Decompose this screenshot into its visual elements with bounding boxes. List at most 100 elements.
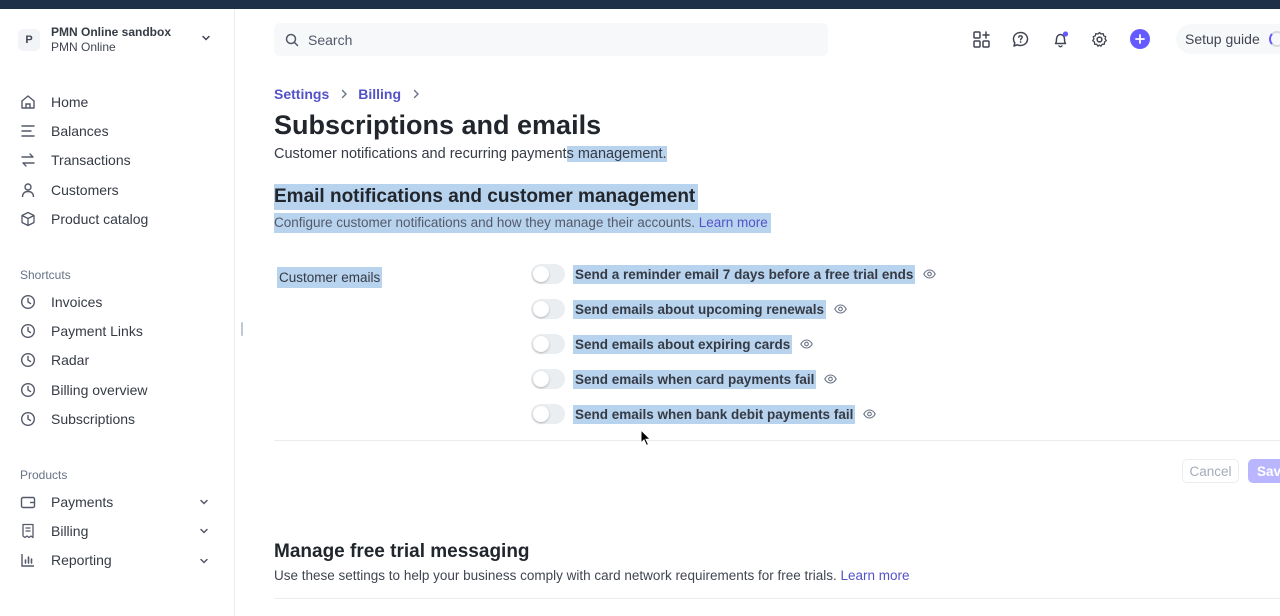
section-divider	[274, 440, 1280, 441]
sidebar-resize-handle[interactable]	[241, 322, 243, 336]
notifications-button[interactable]	[1051, 30, 1069, 48]
sidebar-item-home[interactable]: Home	[20, 87, 220, 116]
chevron-down-icon	[200, 558, 208, 564]
breadcrumb-billing[interactable]: Billing	[358, 86, 401, 102]
toggle-label: Send emails when bank debit payments fai…	[573, 404, 856, 424]
account-switcher[interactable]: P PMN Online sandbox PMN Online	[18, 23, 218, 57]
sidebar-item-label: Transactions	[51, 152, 131, 169]
clock-icon	[20, 324, 36, 339]
page-subtitle: Customer notifications and recurring pay…	[274, 146, 667, 162]
sidebar-item-label: Customers	[51, 181, 119, 198]
sidebar-item-payments[interactable]: Payments	[20, 487, 220, 516]
customer-emails-label: Customer emails	[277, 267, 383, 288]
toggle-label: Send emails about expiring cards	[573, 334, 793, 354]
toggle-label: Send emails when card payments fail	[573, 369, 817, 389]
account-text: PMN Online sandbox PMN Online	[51, 25, 171, 55]
search-placeholder: Search	[308, 31, 353, 48]
learn-more-link[interactable]: Learn more	[841, 568, 910, 583]
eye-icon[interactable]	[863, 409, 877, 419]
clock-icon	[20, 412, 36, 427]
save-button[interactable]: Save	[1248, 459, 1280, 483]
expiring-cards-toggle[interactable]	[531, 334, 565, 354]
sidebar-item-customers[interactable]: Customers	[20, 175, 220, 204]
sidebar-item-label: Billing overview	[51, 381, 148, 398]
apps-icon	[972, 30, 990, 48]
toggle-knob	[533, 371, 549, 387]
toggle-row-trial-reminder: Send a reminder email 7 days before a fr…	[531, 262, 937, 286]
sidebar-item-label: Subscriptions	[51, 411, 136, 428]
toggle-row-bank-debit-fail: Send emails when bank debit payments fai…	[531, 402, 877, 426]
bank-debit-fail-toggle[interactable]	[531, 404, 565, 424]
sidebar-item-transactions[interactable]: Transactions	[20, 146, 220, 175]
sidebar-item-label: Payments	[51, 493, 114, 510]
sidebar-item-label: Invoices	[51, 293, 103, 310]
sidebar-item-balances[interactable]: Balances	[20, 116, 220, 145]
shortcuts-heading: Shortcuts	[20, 268, 71, 282]
shortcuts-nav: Invoices Payment Links Radar Billing ove…	[20, 287, 220, 434]
products-heading: Products	[20, 468, 68, 482]
toggle-knob	[533, 406, 549, 422]
create-button[interactable]	[1130, 29, 1150, 49]
upcoming-renewals-toggle[interactable]	[531, 299, 565, 319]
account-avatar: P	[18, 29, 40, 51]
learn-more-link[interactable]: Learn more	[699, 215, 768, 230]
settings-button[interactable]	[1090, 30, 1108, 48]
sidebar-item-label: Radar	[51, 352, 90, 369]
help-icon	[1012, 31, 1028, 47]
payments-icon	[20, 496, 36, 508]
section-divider	[274, 598, 1280, 599]
search-icon	[285, 33, 299, 46]
email-section-description-text: Configure customer notifications and how…	[274, 215, 695, 230]
toggle-row-upcoming-renewals: Send emails about upcoming renewals	[531, 297, 847, 321]
eye-icon[interactable]	[923, 269, 937, 279]
bell-icon	[1054, 30, 1068, 48]
sidebar-item-label: Product catalog	[51, 211, 149, 228]
toggle-knob	[533, 336, 549, 352]
chevron-down-icon	[200, 529, 208, 534]
transactions-icon	[21, 153, 35, 168]
customers-icon	[21, 183, 35, 197]
sidebar-item-label: Reporting	[51, 552, 112, 569]
account-name: PMN Online sandbox	[51, 25, 172, 39]
toggle-row-expiring-cards: Send emails about expiring cards	[531, 332, 814, 356]
trial-reminder-toggle[interactable]	[531, 264, 565, 284]
setup-guide-button[interactable]: Setup guide	[1176, 24, 1280, 54]
toggle-knob	[533, 266, 549, 282]
email-section-title: Email notifications and customer managem…	[274, 184, 699, 210]
apps-button[interactable]	[972, 30, 990, 48]
sidebar-item-label: Payment Links	[51, 323, 143, 340]
sidebar-item-billing-overview[interactable]: Billing overview	[20, 375, 220, 404]
search-input[interactable]: Search	[274, 23, 828, 56]
page-subtitle-selected-part: s management.	[566, 146, 667, 162]
sidebar-item-billing[interactable]: Billing	[20, 516, 220, 545]
setup-progress-ring	[1269, 31, 1280, 47]
toggle-label: Send a reminder email 7 days before a fr…	[573, 264, 916, 284]
reporting-icon	[21, 554, 34, 568]
cancel-button[interactable]: Cancel	[1182, 459, 1239, 483]
clock-icon	[20, 382, 36, 397]
sidebar-item-payment-links[interactable]: Payment Links	[20, 316, 220, 345]
eye-icon[interactable]	[800, 339, 814, 349]
card-payments-fail-toggle[interactable]	[531, 369, 565, 389]
toggle-label: Send emails about upcoming renewals	[573, 299, 827, 319]
breadcrumb-settings[interactable]: Settings	[274, 86, 329, 102]
sidebar-item-invoices[interactable]: Invoices	[20, 287, 220, 316]
eye-icon[interactable]	[834, 304, 847, 314]
account-subtitle: PMN Online	[51, 40, 116, 54]
sidebar-item-subscriptions[interactable]: Subscriptions	[20, 405, 220, 434]
sidebar-item-radar[interactable]: Radar	[20, 346, 220, 375]
chevron-right-icon	[413, 89, 420, 99]
sidebar-item-reporting[interactable]: Reporting	[20, 546, 220, 575]
trial-section-title: Manage free trial messaging	[274, 541, 530, 562]
gear-icon	[1091, 31, 1107, 47]
eye-icon[interactable]	[824, 374, 838, 384]
chevron-down-icon	[202, 35, 210, 41]
email-section-description: Configure customer notifications and how…	[274, 213, 771, 233]
trial-section-description: Use these settings to help your business…	[274, 568, 910, 583]
sidebar-item-product-catalog[interactable]: Product catalog	[20, 205, 220, 234]
billing-icon	[22, 523, 34, 539]
chevron-right-icon	[342, 89, 348, 99]
help-button[interactable]	[1011, 30, 1029, 48]
setup-guide-label: Setup guide	[1185, 31, 1260, 47]
page-title: Subscriptions and emails	[274, 110, 602, 140]
